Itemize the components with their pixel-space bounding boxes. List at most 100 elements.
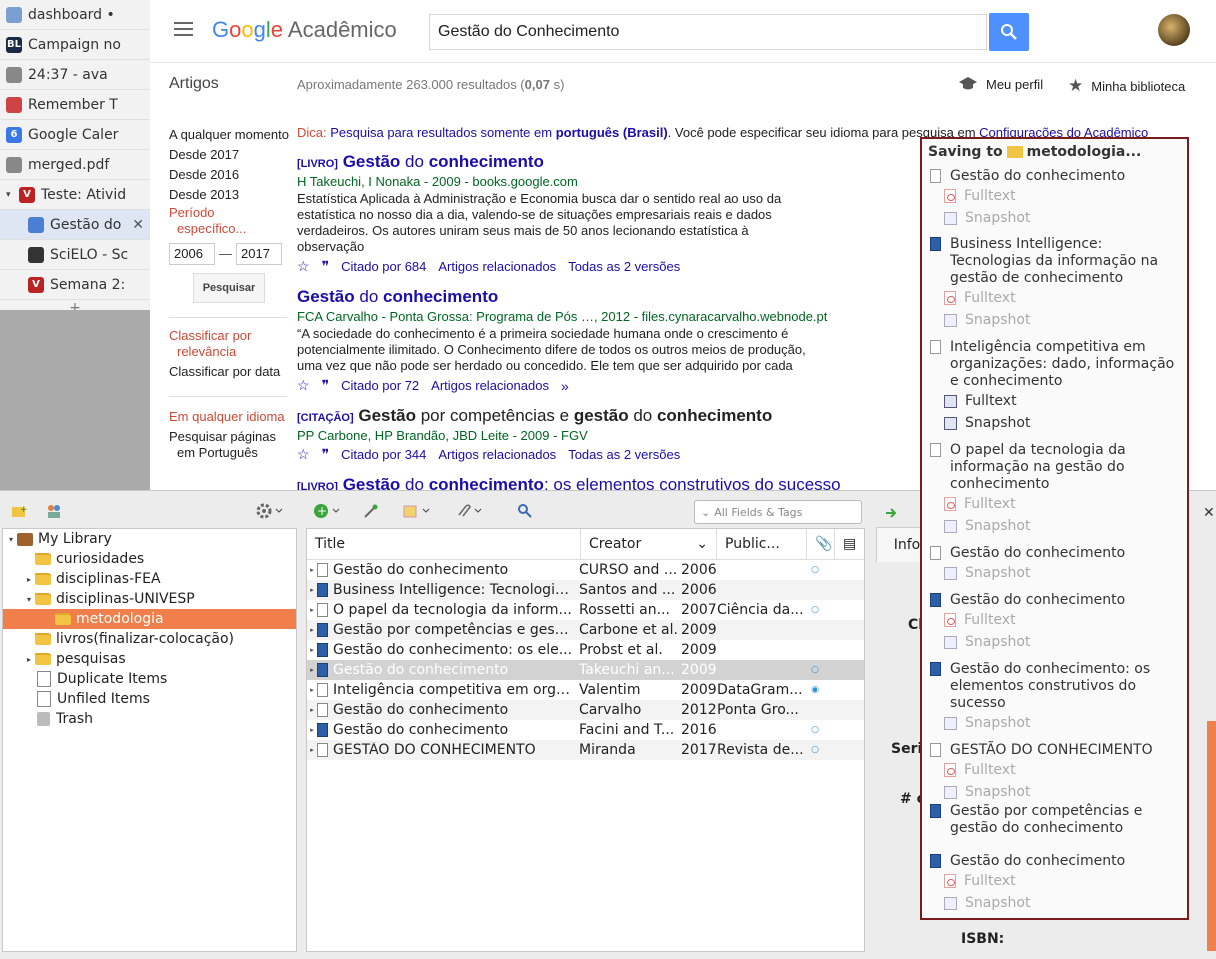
expand-row-icon[interactable]: ▸ <box>307 626 317 634</box>
column-publication[interactable]: Public... <box>717 529 807 559</box>
search-field[interactable]: ⌄ All Fields & Tags <box>694 500 862 524</box>
folder-icon <box>35 633 51 645</box>
avatar[interactable] <box>1158 14 1190 46</box>
expand-row-icon[interactable]: ▸ <box>307 746 317 754</box>
gear-icon[interactable] <box>256 503 283 519</box>
expand-row-icon[interactable]: ▸ <box>307 566 317 574</box>
collection-item[interactable]: curiosidades <box>3 549 296 569</box>
expand-row-icon[interactable]: ▸ <box>307 686 317 694</box>
result-link[interactable]: Todas as 2 versões <box>568 447 680 462</box>
collection-item[interactable]: metodologia <box>3 609 296 629</box>
portuguese-link[interactable]: português (Brasil) <box>556 125 668 140</box>
collection-item[interactable]: ▾ disciplinas-UNIVESP <box>3 589 296 609</box>
cite-quote-icon[interactable]: ❞ <box>322 258 330 275</box>
new-note-icon[interactable] <box>403 503 430 519</box>
collection-item[interactable]: Unfiled Items <box>3 689 296 709</box>
scholar-logo[interactable]: Google Acadêmico <box>212 17 397 43</box>
new-item-icon[interactable]: + <box>313 503 340 519</box>
browser-tab[interactable]: 6 Google Caler <box>0 120 150 150</box>
close-icon[interactable]: ✕ <box>1203 505 1215 521</box>
save-star-icon[interactable]: ☆ <box>297 258 310 275</box>
advanced-search-icon[interactable] <box>517 503 533 519</box>
expand-row-icon[interactable]: ▸ <box>307 666 317 674</box>
saving-attachment-label: Fulltext <box>964 496 1016 512</box>
filter-since-2017[interactable]: Desde 2017 <box>169 145 294 165</box>
collection-item[interactable]: ▸ pesquisas <box>3 649 296 669</box>
browser-tab[interactable]: merged.pdf <box>0 150 150 180</box>
browser-tab[interactable]: Gestão do ✕ <box>0 210 150 240</box>
my-library-link[interactable]: ★ Minha biblioteca <box>1068 76 1185 96</box>
table-row[interactable]: ▸ Inteligência competitiva em orga... Vale… <box>307 680 864 700</box>
expand-row-icon[interactable]: ▸ <box>307 726 317 734</box>
filter-custom-range[interactable]: Período específico... <box>169 205 294 237</box>
my-profile-link[interactable]: Meu perfil <box>958 76 1043 92</box>
sort-by-date[interactable]: Classificar por data <box>169 362 294 382</box>
table-row[interactable]: ▸ Gestão do conhecimento Takeuchi an... 200… <box>307 660 864 680</box>
table-row[interactable]: ▸ O papel da tecnologia da inform... Rosse… <box>307 600 864 620</box>
close-tab-icon[interactable]: ✕ <box>132 217 144 233</box>
new-collection-icon[interactable]: + <box>11 503 28 519</box>
collection-item[interactable]: livros(finalizar-colocação) <box>3 629 296 649</box>
collection-item[interactable]: Trash <box>3 709 296 729</box>
filter-since-2013[interactable]: Desde 2013 <box>169 185 294 205</box>
browser-tab[interactable]: Remember T <box>0 90 150 120</box>
search-input[interactable]: Gestão do Conhecimento <box>429 14 987 50</box>
collection-item[interactable]: Duplicate Items <box>3 669 296 689</box>
twisty-icon[interactable]: ▾ <box>23 595 35 604</box>
twisty-icon[interactable]: ▸ <box>23 575 35 584</box>
browser-tab[interactable]: ▾ V Teste: Ativid <box>0 180 150 210</box>
collection-item[interactable]: ▸ disciplinas-FEA <box>3 569 296 589</box>
table-row[interactable]: ▸ GESTÃO DO CONHECIMENTO Miranda 2017 Revist… <box>307 740 864 760</box>
table-row[interactable]: ▸ Business Intelligence: Tecnologia... San… <box>307 580 864 600</box>
new-group-icon[interactable] <box>46 503 62 519</box>
table-row[interactable]: ▸ Gestão por competências e gestã... Carbo… <box>307 620 864 640</box>
expand-row-icon[interactable]: ▸ <box>307 646 317 654</box>
twisty-icon[interactable]: ▾ <box>5 535 17 544</box>
result-link[interactable]: Citado por 684 <box>341 259 426 274</box>
result-link[interactable]: Artigos relacionados <box>438 447 556 462</box>
result-link[interactable]: Citado por 344 <box>341 447 426 462</box>
browser-tab[interactable]: 24:37 - ava <box>0 60 150 90</box>
table-row[interactable]: ▸ Gestão do conhecimento Carvalho 2012 Ponta… <box>307 700 864 720</box>
column-creator[interactable]: Creator ⌄ <box>581 529 717 559</box>
browser-tab[interactable]: dashboard • <box>0 0 150 30</box>
save-star-icon[interactable]: ☆ <box>297 377 310 394</box>
year-to-input[interactable]: 2017 <box>236 243 282 265</box>
year-from-input[interactable]: 2006 <box>169 243 215 265</box>
column-title[interactable]: Title <box>307 529 581 559</box>
result-link[interactable]: Citado por 72 <box>341 378 419 393</box>
locate-arrow-icon[interactable] <box>884 505 900 521</box>
more-icon[interactable]: » <box>561 378 569 394</box>
browser-tab[interactable]: BL Campaign no <box>0 30 150 60</box>
column-picker-icon[interactable]: ▤ <box>835 529 863 559</box>
expand-row-icon[interactable]: ▸ <box>307 706 317 714</box>
filter-since-2016[interactable]: Desde 2016 <box>169 165 294 185</box>
result-link[interactable]: Artigos relacionados <box>438 259 556 274</box>
browser-tab[interactable]: V Semana 2: <box>0 270 150 300</box>
menu-icon[interactable] <box>174 22 193 36</box>
table-row[interactable]: ▸ Gestão do conhecimento CURSO and ... 2006… <box>307 560 864 580</box>
result-link[interactable]: Todas as 2 versões <box>568 259 680 274</box>
attachment-icon[interactable] <box>455 503 482 519</box>
expand-row-icon[interactable]: ▸ <box>307 606 317 614</box>
result-link[interactable]: Artigos relacionados <box>431 378 549 393</box>
add-by-identifier-icon[interactable] <box>363 503 379 519</box>
filter-any-language[interactable]: Em qualquer idioma <box>169 407 294 427</box>
filter-portuguese[interactable]: Pesquisar páginas em Português <box>169 429 294 461</box>
sort-by-relevance[interactable]: Classificar por relevância <box>169 328 294 360</box>
twisty-icon[interactable]: ▸ <box>23 655 35 664</box>
save-star-icon[interactable]: ☆ <box>297 446 310 463</box>
collection-item[interactable]: ▾ My Library <box>3 529 296 549</box>
table-row[interactable]: ▸ Gestão do conhecimento: os ele... Probst… <box>307 640 864 660</box>
filter-any-time[interactable]: A qualquer momento <box>169 125 294 145</box>
table-row[interactable]: ▸ Gestão do conhecimento Facini and T... 20… <box>307 720 864 740</box>
expand-row-icon[interactable]: ▸ <box>307 586 317 594</box>
expand-icon[interactable]: ▾ <box>6 190 16 200</box>
attachment-column-icon[interactable]: 📎 <box>807 529 835 559</box>
item-pane-scrollbar[interactable] <box>1207 721 1216 951</box>
cite-quote-icon[interactable]: ❞ <box>322 446 330 463</box>
search-button[interactable] <box>989 13 1029 51</box>
apply-range-button[interactable]: Pesquisar <box>193 273 265 303</box>
cite-quote-icon[interactable]: ❞ <box>322 377 330 394</box>
browser-tab[interactable]: SciELO - Sc <box>0 240 150 270</box>
